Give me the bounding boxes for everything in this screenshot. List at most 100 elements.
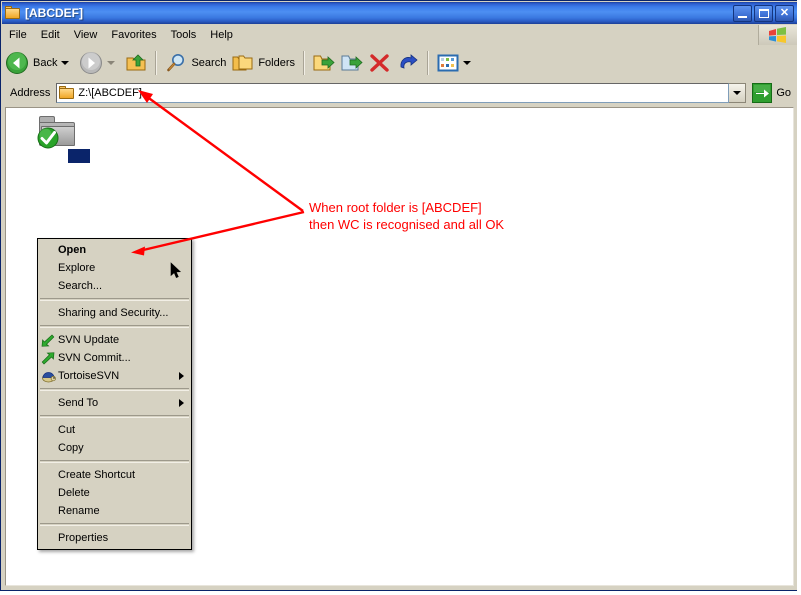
views-button[interactable] <box>434 48 478 78</box>
up-button[interactable] <box>122 48 150 78</box>
folder-list-item[interactable] <box>12 114 102 163</box>
views-icon <box>437 54 459 72</box>
maximize-button[interactable] <box>754 4 773 22</box>
svn-update-icon <box>38 332 58 348</box>
context-menu-item-label: Cut <box>58 424 76 436</box>
folders-label: Folders <box>258 57 296 69</box>
context-menu-item-create-shortcut[interactable]: Create Shortcut <box>38 466 191 484</box>
folders-icon <box>232 55 253 71</box>
toolbar: Back Search Folders <box>2 45 797 81</box>
address-input[interactable]: Z:\[ABCDEF] <box>56 83 730 103</box>
context-menu-item-rename[interactable]: Rename <box>38 502 191 520</box>
folders-button[interactable]: Folders <box>229 48 298 78</box>
back-dropdown-icon[interactable] <box>61 61 70 65</box>
address-label: Address <box>10 87 51 99</box>
menu-item-view[interactable]: View <box>67 27 105 43</box>
delete-button[interactable] <box>366 48 394 78</box>
context-menu-separator <box>40 415 189 418</box>
forward-dropdown-icon[interactable] <box>107 61 116 65</box>
undo-arrow-icon <box>400 54 418 69</box>
context-menu-separator <box>40 298 189 301</box>
copy-to-button[interactable] <box>338 48 366 78</box>
windows-flag-logo-icon <box>758 24 797 45</box>
address-dropdown-button[interactable] <box>729 83 747 103</box>
context-menu-item-sharing-and-security[interactable]: Sharing and Security... <box>38 304 191 322</box>
window-controls: ✕ <box>733 4 794 22</box>
context-menu-item-cut[interactable]: Cut <box>38 421 191 439</box>
toolbar-separator-1 <box>155 51 158 75</box>
context-menu-item-label: SVN Update <box>58 334 120 346</box>
context-menu-separator <box>40 325 189 328</box>
address-folder-icon <box>59 86 75 100</box>
context-menu-item-delete[interactable]: Delete <box>38 484 191 502</box>
context-menu-item-label: Rename <box>58 505 100 517</box>
menu-item-no-icon <box>38 467 58 483</box>
context-menu-item-svn-update[interactable]: SVN Update <box>38 331 191 349</box>
context-menu-item-label: Open <box>58 244 87 256</box>
menu-item-no-icon <box>38 260 58 276</box>
menu-bar: File Edit View Favorites Tools Help <box>2 24 797 45</box>
minimize-button[interactable] <box>733 4 752 22</box>
folder-icon <box>37 114 77 149</box>
close-icon: ✕ <box>779 6 790 19</box>
menu-item-no-icon <box>38 530 58 546</box>
menu-item-no-icon <box>38 485 58 501</box>
context-menu-item-label: Properties <box>58 532 109 544</box>
folder-item-label <box>68 149 90 163</box>
context-menu-item-label: Explore <box>58 262 96 274</box>
menu-item-no-icon <box>38 395 58 411</box>
submenu-arrow-icon <box>179 372 184 380</box>
search-icon <box>167 54 185 72</box>
context-menu-item-svn-commit[interactable]: SVN Commit... <box>38 349 191 367</box>
go-button[interactable]: Go <box>752 83 791 103</box>
context-menu-separator <box>40 388 189 391</box>
views-dropdown-icon[interactable] <box>463 61 472 65</box>
window-folder-icon <box>5 6 21 20</box>
menu-item-edit[interactable]: Edit <box>34 27 67 43</box>
context-menu-item-open[interactable]: Open <box>38 241 191 259</box>
context-menu-item-label: SVN Commit... <box>58 352 131 364</box>
up-folder-icon <box>126 54 146 71</box>
context-menu-item-search[interactable]: Search... <box>38 277 191 295</box>
menu-item-favorites[interactable]: Favorites <box>104 27 163 43</box>
context-menu-item-tortoisesvn[interactable]: TortoiseSVN <box>38 367 191 385</box>
context-menu-item-send-to[interactable]: Send To <box>38 394 191 412</box>
menu-item-no-icon <box>38 242 58 258</box>
title-bar: [ABCDEF] ✕ <box>2 2 797 24</box>
annotation-line-1: When root folder is [ABCDEF] <box>309 200 482 215</box>
move-to-button[interactable] <box>310 48 338 78</box>
delete-x-icon <box>370 54 389 72</box>
mouse-cursor-icon <box>170 262 182 278</box>
window-title: [ABCDEF] <box>25 6 83 20</box>
toolbar-separator-2 <box>303 51 306 75</box>
menu-item-help[interactable]: Help <box>203 27 240 43</box>
menu-item-tools[interactable]: Tools <box>164 27 204 43</box>
chevron-down-icon <box>733 91 742 95</box>
context-menu-separator <box>40 460 189 463</box>
back-label: Back <box>33 57 58 69</box>
search-label: Search <box>191 57 227 69</box>
undo-button[interactable] <box>394 48 422 78</box>
context-menu[interactable]: Open Explore Search... Sharing and Security… <box>37 238 192 550</box>
menu-item-no-icon <box>38 422 58 438</box>
close-button[interactable]: ✕ <box>775 4 794 22</box>
context-menu-item-label: Sharing and Security... <box>58 307 169 319</box>
tortoise-icon <box>38 368 58 384</box>
menu-item-no-icon <box>38 305 58 321</box>
copy-to-folder-icon <box>341 55 363 71</box>
go-label: Go <box>776 87 791 99</box>
address-bar: Address Z:\[ABCDEF] Go <box>2 81 797 105</box>
forward-button[interactable] <box>76 48 122 78</box>
menu-item-no-icon <box>38 278 58 294</box>
context-menu-item-copy[interactable]: Copy <box>38 439 191 457</box>
search-button[interactable]: Search <box>162 48 229 78</box>
back-arrow-icon <box>6 52 28 74</box>
menu-item-file[interactable]: File <box>2 27 34 43</box>
svn-commit-icon <box>38 350 58 366</box>
context-menu-item-explore[interactable]: Explore <box>38 259 191 277</box>
file-list-area[interactable]: Open Explore Search... Sharing and Security… <box>5 107 794 586</box>
annotation-line-2: then WC is recognised and all OK <box>309 217 505 232</box>
context-menu-item-properties[interactable]: Properties <box>38 529 191 547</box>
back-button[interactable]: Back <box>2 48 76 78</box>
context-menu-item-label: TortoiseSVN <box>58 370 120 382</box>
